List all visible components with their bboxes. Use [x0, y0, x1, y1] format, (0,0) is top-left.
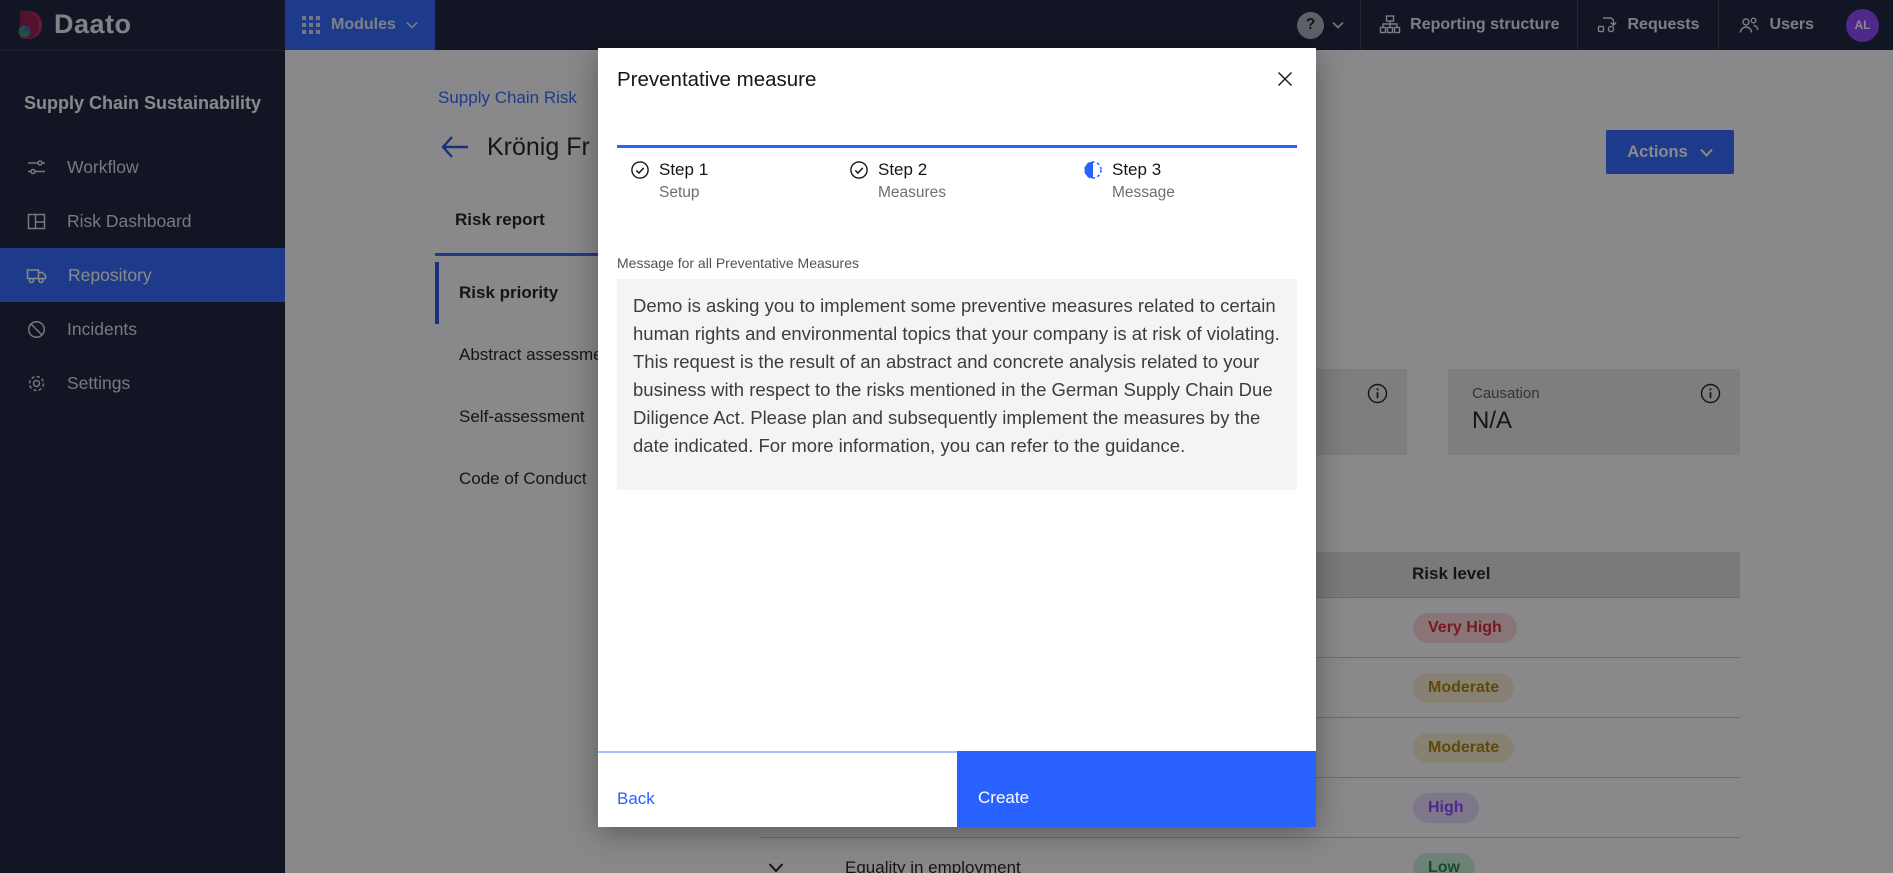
progress-indicator-line: [617, 145, 1297, 148]
step-label: Step 3: [1112, 160, 1162, 179]
step-sublabel: Message: [1112, 184, 1175, 201]
app-root: Daato Modules ?: [0, 0, 1893, 873]
modal-title: Preventative measure: [617, 68, 817, 91]
back-button[interactable]: Back: [598, 751, 957, 827]
step-sublabel: Setup: [659, 184, 700, 201]
step-2-measures[interactable]: Step 2 Measures: [849, 160, 946, 202]
close-icon[interactable]: [1266, 60, 1304, 98]
step-label: Step 1: [659, 160, 709, 179]
message-label: Message for all Preventative Measures: [617, 255, 859, 271]
message-textarea[interactable]: Demo is asking you to implement some pre…: [617, 279, 1297, 490]
step-complete-icon: [849, 160, 869, 180]
step-3-message[interactable]: Step 3 Message: [1083, 160, 1175, 202]
step-label: Step 2: [878, 160, 928, 179]
modal-footer: Back Create: [598, 751, 1316, 827]
preventative-measure-modal: Preventative measure Step 1 Setup Step 2…: [598, 48, 1316, 827]
step-sublabel: Measures: [878, 184, 947, 201]
create-button[interactable]: Create: [957, 751, 1316, 827]
step-current-icon: [1083, 160, 1103, 180]
step-complete-icon: [630, 160, 650, 180]
step-1-setup[interactable]: Step 1 Setup: [630, 160, 708, 202]
